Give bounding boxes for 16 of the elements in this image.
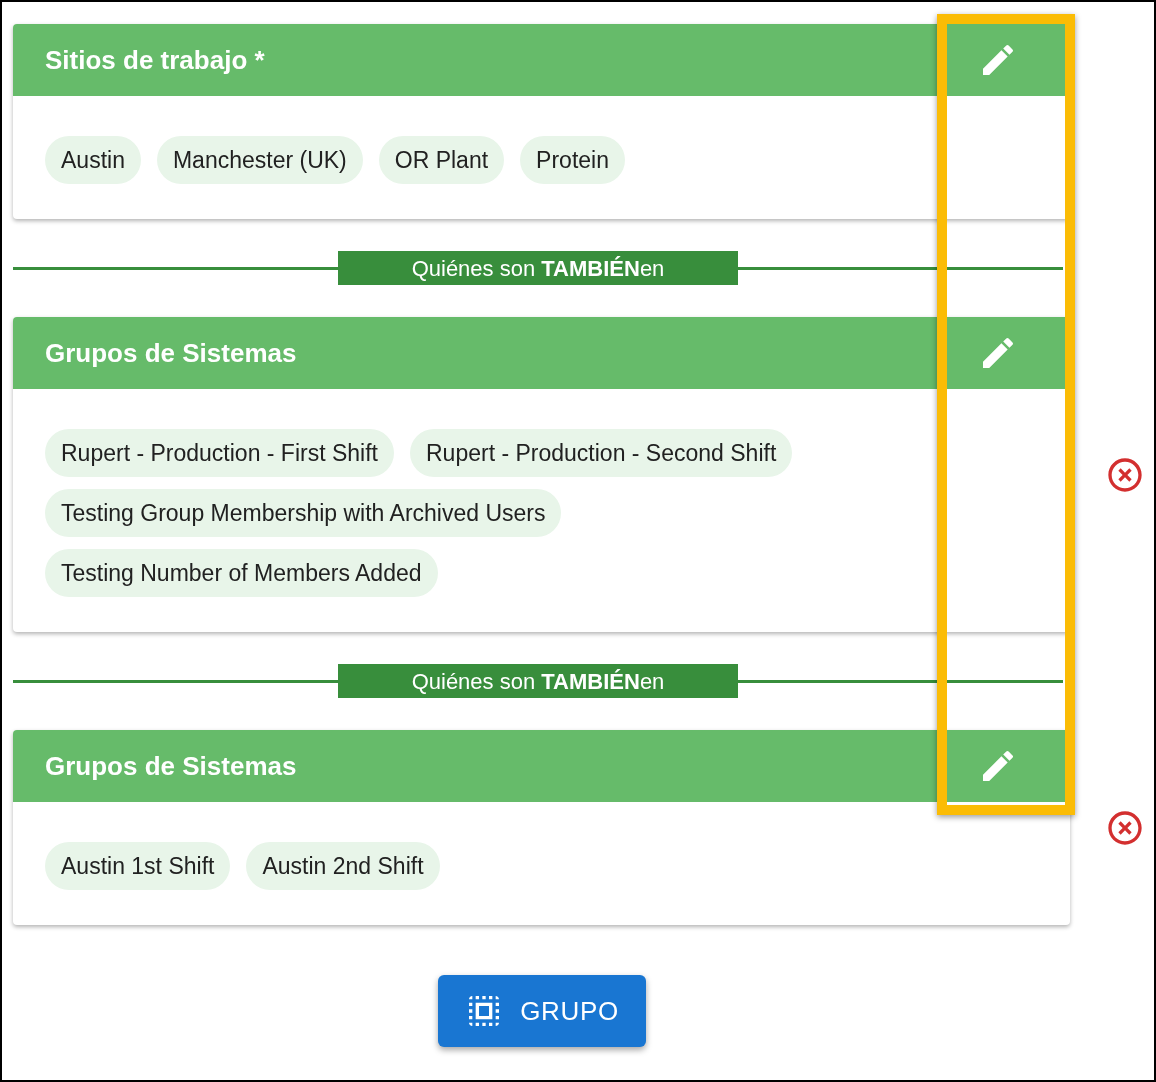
chip: Rupert - Production - Second Shift	[410, 429, 793, 477]
chip: Austin	[45, 136, 141, 184]
chip: Testing Number of Members Added	[45, 549, 438, 597]
chip: Austin 2nd Shift	[246, 842, 440, 890]
chip: Austin 1st Shift	[45, 842, 231, 890]
card-title: Sitios de trabajo *	[45, 43, 265, 77]
card-title: Grupos de Sistemas	[45, 336, 297, 370]
chip: Protein	[520, 136, 625, 184]
chip: OR Plant	[378, 136, 505, 184]
add-group-button[interactable]: GRUPO	[437, 975, 646, 1047]
card-title: Grupos de Sistemas	[45, 749, 297, 783]
chip: Manchester (UK)	[156, 136, 363, 184]
divider-label: Quiénes son TAMBIÉNen	[411, 254, 665, 283]
divider-label: Quiénes son TAMBIÉNen	[411, 667, 665, 696]
chip: Testing Group Membership with Archived Users	[45, 489, 562, 537]
chip: Rupert - Production - First Shift	[45, 429, 394, 477]
